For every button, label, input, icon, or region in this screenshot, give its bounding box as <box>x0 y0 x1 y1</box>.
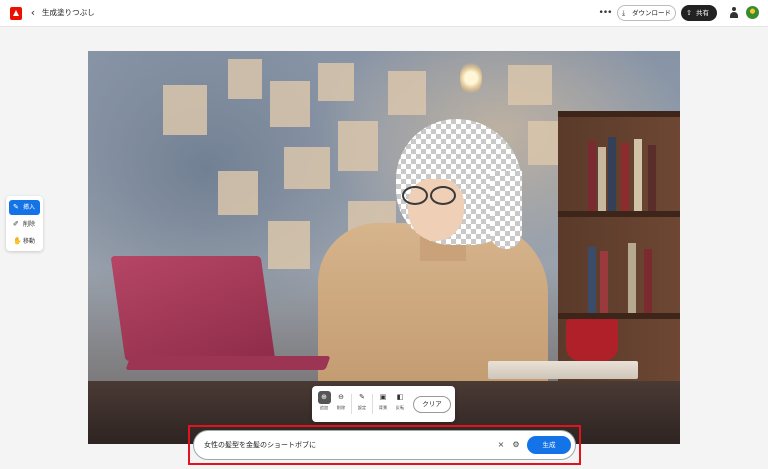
photo-detail <box>163 85 207 135</box>
download-label: ダウンロード <box>632 9 671 17</box>
download-button[interactable]: ⤓ ダウンロード <box>617 5 676 21</box>
photo-detail <box>648 145 656 211</box>
share-button[interactable]: ⇧ 共有 <box>681 5 717 21</box>
photo-detail <box>598 147 606 211</box>
avatar[interactable] <box>746 6 759 19</box>
photo-detail <box>338 121 378 171</box>
photo-detail <box>284 147 330 189</box>
prompt-bar: 女性の髪型を金髪のショートボブに × ⚙ 生成 <box>193 430 576 460</box>
selection-mask[interactable] <box>490 171 522 249</box>
photo-detail <box>588 141 596 211</box>
photo-detail <box>388 71 426 115</box>
user-icon[interactable] <box>730 7 738 19</box>
photo-detail <box>508 65 552 105</box>
tool-panel: ✎ 挿入 ✐ 削除 ✋ 移動 <box>6 196 43 251</box>
tool-insert-label: 挿入 <box>23 204 36 211</box>
brush-settings-button[interactable]: ✎ 設定 <box>354 391 370 417</box>
tool-insert[interactable]: ✎ 挿入 <box>9 200 40 215</box>
photo-detail <box>600 251 608 313</box>
photo-detail <box>608 137 616 211</box>
share-icon: ⇧ <box>686 9 692 17</box>
photo-detail <box>218 171 258 215</box>
photo-detail <box>318 63 354 101</box>
top-bar: ‹ 生成塗りつぶし ••• ⤓ ダウンロード ⇧ 共有 <box>0 0 768 27</box>
photo-detail <box>400 186 460 205</box>
subtract-selection-label: 削除 <box>336 405 346 410</box>
photo-detail <box>644 249 652 313</box>
photo-detail <box>628 243 636 313</box>
subtract-selection-icon: ⊖ <box>338 393 344 401</box>
insert-icon: ✎ <box>13 203 19 211</box>
brush-icon: ✎ <box>359 393 365 401</box>
invert-icon: ◧ <box>396 393 404 401</box>
photo-detail <box>228 59 262 99</box>
photo-detail <box>270 81 310 127</box>
invert-selection-label: 反転 <box>395 405 405 410</box>
photo-detail <box>558 111 680 117</box>
brush-settings-label: 設定 <box>357 405 367 410</box>
generate-button[interactable]: 生成 <box>527 436 571 454</box>
background-icon: ▣ <box>379 393 387 401</box>
add-selection-icon: ⊕ <box>317 391 331 404</box>
move-icon: ✋ <box>13 237 22 245</box>
tool-remove[interactable]: ✐ 削除 <box>9 217 40 232</box>
back-icon[interactable]: ‹ <box>28 6 38 20</box>
tool-move-label: 移動 <box>23 238 36 245</box>
clear-button[interactable]: クリア <box>413 396 451 413</box>
photo-detail <box>634 139 642 211</box>
settings-icon[interactable]: ⚙ <box>510 431 522 459</box>
download-icon: ⤓ <box>622 9 626 17</box>
app-logo-icon[interactable] <box>10 7 22 20</box>
photo-detail <box>460 61 482 95</box>
subtract-selection-button[interactable]: ⊖ 削除 <box>333 391 349 417</box>
photo-detail <box>558 211 680 217</box>
photo-detail <box>125 356 331 370</box>
invert-selection-button[interactable]: ◧ 反転 <box>392 391 408 417</box>
photo-detail <box>488 361 638 379</box>
more-icon[interactable]: ••• <box>598 6 613 20</box>
prompt-input[interactable]: 女性の髪型を金髪のショートボブに <box>204 431 316 459</box>
photo-detail <box>588 247 596 313</box>
tool-move[interactable]: ✋ 移動 <box>9 234 40 249</box>
share-label: 共有 <box>696 9 709 17</box>
remove-icon: ✐ <box>13 220 19 228</box>
tool-remove-label: 削除 <box>23 221 36 228</box>
photo-detail <box>110 256 276 361</box>
photo-detail <box>268 221 310 269</box>
photo-detail <box>566 319 618 361</box>
photo-detail <box>621 143 629 211</box>
page-title: 生成塗りつぶし <box>42 8 95 17</box>
close-icon[interactable]: × <box>496 431 506 459</box>
